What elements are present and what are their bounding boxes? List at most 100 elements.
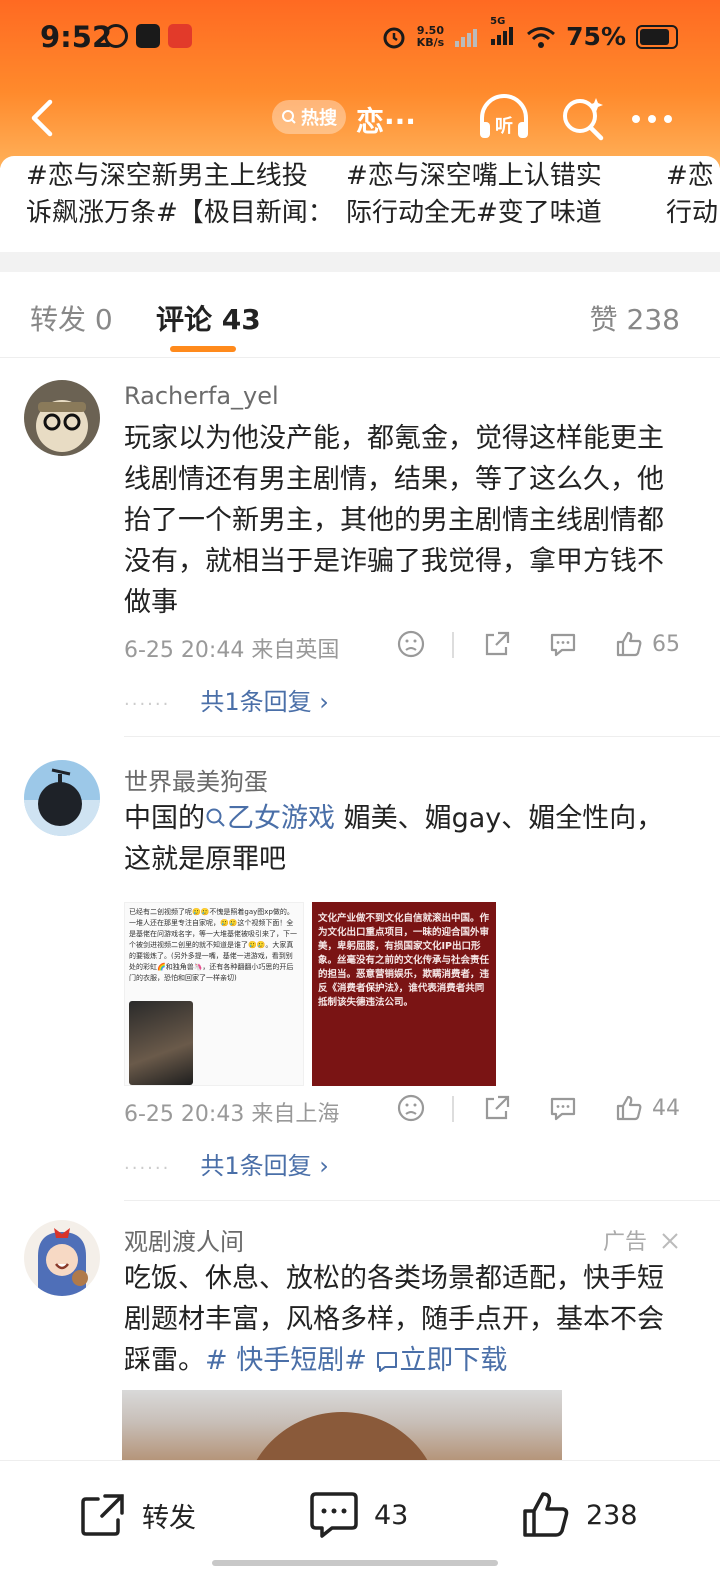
more-dot: [664, 115, 672, 123]
chevron-left-icon: [31, 99, 53, 137]
comment-divider: [124, 1200, 720, 1201]
like-button[interactable]: 238: [520, 1487, 638, 1543]
like-button[interactable]: 65: [614, 626, 680, 662]
reply-dots: ······: [124, 1158, 171, 1179]
share-button[interactable]: [482, 626, 512, 662]
thumbs-up-icon: [523, 1492, 569, 1537]
app-icon: [136, 24, 160, 48]
app-icon-red: [168, 24, 192, 48]
battery-fill: [640, 28, 669, 45]
thumbs-up-icon: [616, 1095, 642, 1121]
comment-image[interactable]: 文化产业做不到文化自信就滚出中国。作为文化出口重点项目，一昧的迎合国外审美，卑躬…: [312, 902, 496, 1086]
hot-search-badge[interactable]: 热搜: [272, 100, 346, 134]
reply-button[interactable]: [548, 626, 578, 662]
share-icon: [81, 1494, 124, 1536]
page-title[interactable]: 恋···: [356, 100, 416, 140]
hashtag-block-1[interactable]: #恋与深空新男主上线投 诉飙涨万条#【极目新闻：: [26, 158, 334, 232]
like-count: 65: [652, 631, 680, 657]
tab-likes[interactable]: 赞 238: [590, 298, 680, 338]
search-button[interactable]: [560, 94, 606, 142]
repost-button[interactable]: 转发: [78, 1487, 196, 1543]
hashtag-line: #恋与深空嘴上认错实: [346, 161, 602, 191]
reply-count: 共1条回复 ›: [200, 1152, 329, 1180]
avatar[interactable]: [24, 380, 100, 456]
hashtag-block-3[interactable]: #恋 行动: [666, 158, 718, 232]
thumbs-up-icon: [616, 631, 642, 657]
like-button[interactable]: 44: [614, 1090, 680, 1126]
section-divider: [0, 252, 720, 272]
image-caption: 已经有二创视频了呢🥲🥲不愧是照着gay图xp做的。一堆人还在那里专注自家呢，🥲🥲…: [129, 908, 297, 982]
svg-text:听: 听: [495, 115, 513, 137]
tab-repost[interactable]: 转发 0: [30, 298, 113, 338]
hashtag-card: #恋与深空新男主上线投 诉飙涨万条#【极目新闻： #恋与深空嘴上认错实 际行动全…: [0, 156, 720, 252]
image-caption: 文化产业做不到文化自信就滚出中国。作为文化出口重点项目，一昧的迎合国外审美，卑躬…: [318, 913, 490, 1008]
battery-icon: [636, 24, 678, 49]
topic-link-label: 乙女游戏: [227, 803, 335, 834]
tab-comments[interactable]: 评论 43: [156, 298, 261, 338]
comment-item: 世界最美狗蛋 中国的 乙女游戏 媚美、媚gay、媚全性向，这就是原罪吧 已经有二创…: [0, 760, 720, 1202]
close-icon: [662, 1233, 678, 1249]
headphones-icon: 听: [480, 94, 528, 138]
view-replies-link[interactable]: ······ 共1条回复 ›: [124, 1146, 329, 1181]
dislike-button[interactable]: [396, 1090, 426, 1126]
hashtag-line: #恋: [666, 161, 714, 191]
view-replies-link[interactable]: ······ 共1条回复 ›: [124, 682, 329, 717]
reply-count: 共1条回复 ›: [200, 688, 329, 716]
back-button[interactable]: [22, 96, 62, 140]
ad-item: 观剧渡人间 广告 吃饭、休息、放松的各类场景都适配，快手短剧题材丰富，风格多样，…: [0, 1220, 720, 1470]
status-time: 9:52: [40, 20, 113, 54]
hashtag-line: #恋与深空新男主上线投: [26, 161, 308, 191]
ad-hashtag[interactable]: # 快手短剧#: [205, 1345, 367, 1376]
header: 9:52 9.50 KB/s 5G 75% 热搜 恋··· 听: [0, 0, 720, 168]
comment-icon: [550, 633, 576, 657]
download-link[interactable]: 立即下载: [375, 1345, 507, 1376]
more-dot: [648, 115, 656, 123]
home-indicator[interactable]: [212, 1560, 498, 1566]
reply-button[interactable]: [548, 1090, 578, 1126]
hashtag-block-2[interactable]: #恋与深空嘴上认错实 际行动全无#变了味道: [346, 158, 602, 232]
comment-image[interactable]: 已经有二创视频了呢🥲🥲不愧是照着gay图xp做的。一堆人还在那里专注自家呢，🥲🥲…: [124, 902, 304, 1086]
action-separator: [452, 1096, 454, 1122]
comment-text: 中国的 乙女游戏 媚美、媚gay、媚全性向，这就是原罪吧: [124, 798, 690, 880]
download-icon: [377, 1352, 398, 1372]
hot-search-label: 热搜: [301, 108, 337, 129]
comment-text: 玩家以为他没产能，都氪金，觉得这样能更主线剧情还有男主剧情，结果，等了这么久，他…: [124, 423, 664, 618]
signal-icon-2: [491, 26, 514, 45]
video-thumbnail: [129, 1001, 193, 1085]
alarm-icon: [383, 27, 405, 48]
listen-button[interactable]: 听: [476, 92, 532, 144]
comment-username[interactable]: Racherfa_yel: [124, 382, 279, 410]
dislike-button[interactable]: [396, 626, 426, 662]
like-count: 44: [652, 1095, 680, 1121]
comment-icon: [310, 1492, 358, 1538]
share-button[interactable]: [482, 1090, 512, 1126]
wifi-icon: [527, 26, 556, 48]
share-icon: [485, 1095, 510, 1120]
tab-bar: 转发 0 评论 43 赞 238: [0, 272, 720, 358]
comment-button[interactable]: 43: [308, 1487, 408, 1543]
comment-item: Racherfa_yel 玩家以为他没产能，都氪金，觉得这样能更主线剧情还有男主…: [0, 380, 720, 738]
like-count: 238: [586, 1499, 638, 1531]
download-label: 立即下载: [399, 1345, 508, 1376]
ad-badge[interactable]: 广告: [603, 1224, 680, 1256]
bottom-action-bar: 转发 43 238: [0, 1460, 720, 1592]
battery-text: 75%: [566, 22, 626, 51]
tab-active-indicator: [170, 346, 236, 352]
avatar[interactable]: [24, 1220, 100, 1296]
avatar[interactable]: [24, 760, 100, 836]
comment-username[interactable]: 世界最美狗蛋: [124, 762, 268, 797]
status-right: 9.50 KB/s 5G 75%: [381, 16, 678, 51]
topic-link[interactable]: 乙女游戏: [205, 803, 335, 834]
ad-image[interactable]: [122, 1390, 562, 1470]
signal-icon-1: [455, 28, 478, 47]
more-button[interactable]: [632, 104, 680, 134]
search-icon: [206, 808, 225, 827]
action-separator: [452, 632, 454, 658]
nav-bar: 热搜 恋··· 听: [0, 84, 720, 154]
comment-count: 43: [374, 1499, 409, 1531]
ad-username[interactable]: 观剧渡人间: [124, 1222, 244, 1257]
sad-face-icon: [397, 1094, 425, 1122]
comment-icon: [550, 1097, 576, 1121]
comment-meta: 6-25 20:44 来自英国: [124, 638, 340, 663]
comment-meta: 6-25 20:43 来自上海: [124, 1102, 340, 1127]
